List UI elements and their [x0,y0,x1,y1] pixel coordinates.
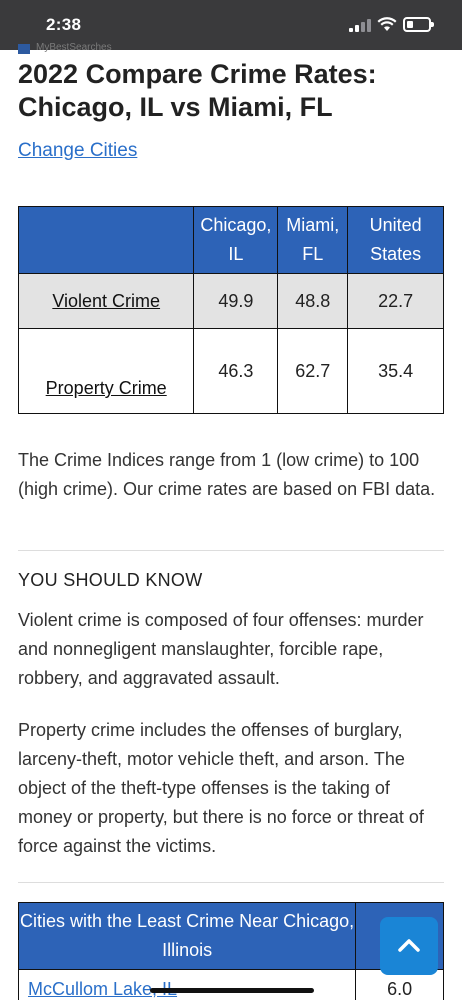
status-time: 2:38 [46,15,82,34]
violent-crime-link[interactable]: Violent Crime [52,291,160,311]
table-header-row: Chicago, IL Miami, FL United States [17,206,444,274]
property-crime-link[interactable]: Property Crime [46,378,167,398]
header-chicago: Chicago, IL [193,206,279,274]
value-cell: 48.8 [277,273,349,329]
value-cell: 22.7 [347,273,444,329]
you-should-know-heading: YOU SHOULD KNOW [18,570,203,590]
header-united-states: United States [347,206,444,274]
page-title-line1: 2022 Compare Crime Rates: [18,59,377,89]
value-cell: 49.9 [193,273,279,329]
least-crime-header: Cities with the Least Crime Near Chicago… [17,902,357,970]
site-logo[interactable]: MyBestSearches [18,42,158,54]
divider [18,882,444,883]
violent-crime-definition: Violent crime is composed of four offens… [18,610,424,688]
crime-indices-note: The Crime Indices range from 1 (low crim… [18,450,436,499]
property-crime-definition: Property crime includes the offenses of … [18,720,424,856]
value-cell: 46.3 [193,328,279,414]
battery-icon [403,17,434,32]
divider [18,550,444,551]
chevron-up-icon [398,939,420,952]
cellular-signal-icon [349,19,371,32]
header-empty-cell [17,206,195,274]
back-to-top-button[interactable] [380,917,438,975]
site-name: MyBestSearches [36,42,112,53]
city-cell: McCullom Lake, IL [17,969,357,1000]
header-miami: Miami, FL [277,206,349,274]
table-row: Property Crime 46.3 62.7 35.4 [17,328,444,414]
change-cities-link[interactable]: Change Cities [18,140,137,162]
row-label-cell: Property Crime [17,328,195,414]
table-row: Violent Crime 49.9 48.8 22.7 [17,273,444,329]
home-indicator[interactable] [150,988,314,993]
logo-mark-icon [18,44,30,54]
value-cell: 35.4 [347,328,444,414]
value-cell: 62.7 [277,328,349,414]
table-row: McCullom Lake, IL 6.0 [17,969,444,1000]
page-title: 2022 Compare Crime Rates: Chicago, IL vs… [18,58,448,124]
crime-comparison-table: Chicago, IL Miami, FL United States Viol… [17,206,444,414]
page-title-line2: Chicago, IL vs Miami, FL [18,92,333,122]
wifi-icon [377,17,397,32]
row-label-cell: Violent Crime [17,273,195,329]
